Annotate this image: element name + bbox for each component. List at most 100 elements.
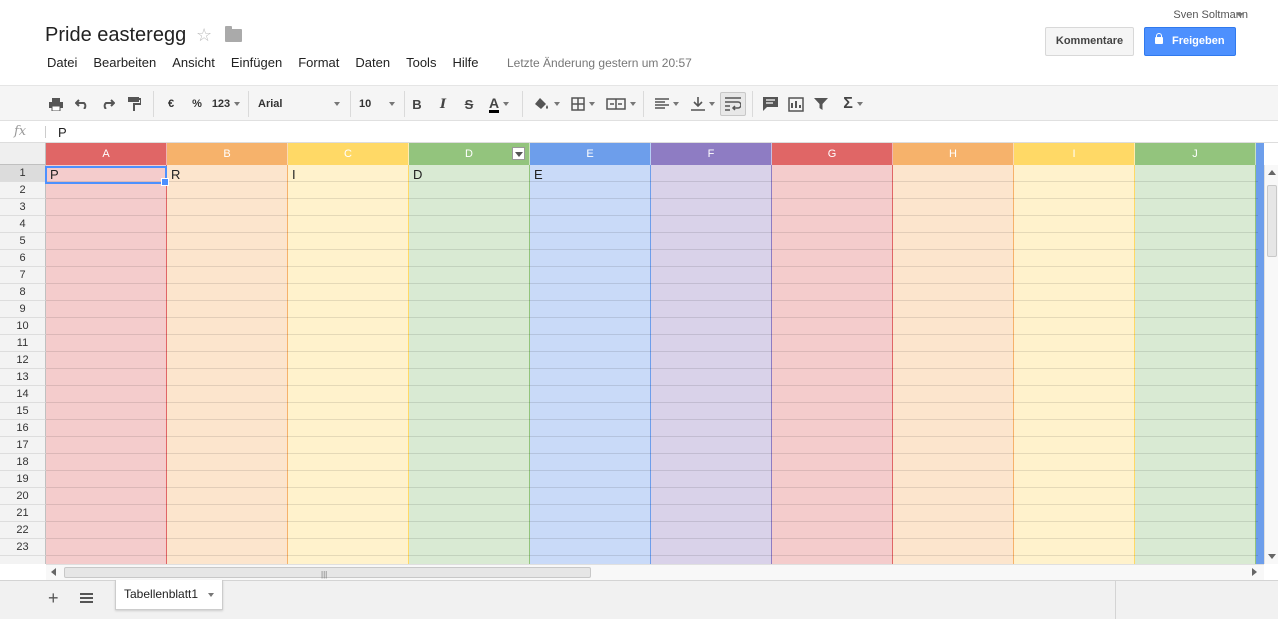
more-formats-dropdown[interactable]: 123	[210, 92, 242, 116]
cell-e1[interactable]: E	[534, 167, 543, 182]
scroll-right-icon[interactable]	[1252, 568, 1257, 576]
scroll-down-icon[interactable]	[1268, 554, 1276, 559]
plus-icon[interactable]: +	[48, 588, 59, 609]
menu-ansicht[interactable]: Ansicht	[172, 55, 215, 73]
font-family-label: Arial	[258, 98, 283, 110]
bold-button[interactable]: B	[408, 92, 426, 116]
row-header-10[interactable]: 10	[0, 318, 46, 335]
insert-comment-icon[interactable]	[760, 92, 780, 116]
row-gridline	[46, 266, 1258, 267]
sheet-tab[interactable]: Tabellenblatt1	[115, 580, 223, 610]
wrap-text-button[interactable]	[720, 92, 746, 116]
font-family-dropdown[interactable]: Arial	[254, 92, 344, 116]
row-header-9[interactable]: 9	[0, 301, 46, 318]
insert-chart-icon[interactable]	[786, 92, 806, 116]
formula-input[interactable]: P	[58, 125, 67, 140]
vertical-scrollbar[interactable]	[1264, 165, 1278, 564]
row-header-8[interactable]: 8	[0, 284, 46, 301]
cell-b1[interactable]: R	[171, 167, 180, 182]
row-header-1[interactable]: 1	[0, 165, 46, 182]
menu-einfügen[interactable]: Einfügen	[231, 55, 282, 73]
menu-format[interactable]: Format	[298, 55, 339, 73]
row-header-11[interactable]: 11	[0, 335, 46, 352]
horizontal-align-dropdown[interactable]	[650, 92, 684, 116]
column-header-h[interactable]: H	[893, 143, 1014, 165]
chevron-down-icon[interactable]	[208, 593, 214, 597]
strikethrough-button[interactable]: S	[460, 92, 478, 116]
row-header-22[interactable]: 22	[0, 522, 46, 539]
paint-format-icon[interactable]	[124, 92, 144, 116]
column-header-f[interactable]: F	[651, 143, 772, 165]
document-title[interactable]: Pride easteregg	[45, 24, 186, 47]
chevron-down-icon	[856, 102, 863, 106]
menu-bearbeiten[interactable]: Bearbeiten	[93, 55, 156, 73]
column-header-b[interactable]: B	[167, 143, 288, 165]
font-size-dropdown[interactable]: 10	[355, 92, 399, 116]
cell-c1[interactable]: I	[292, 167, 296, 182]
row-header-6[interactable]: 6	[0, 250, 46, 267]
share-button[interactable]: Freigeben	[1144, 27, 1236, 56]
sheetbar-divider	[1115, 581, 1116, 619]
row-header-3[interactable]: 3	[0, 199, 46, 216]
row-header-17[interactable]: 17	[0, 437, 46, 454]
fill-color-dropdown[interactable]	[530, 92, 564, 116]
row-header-20[interactable]: 20	[0, 488, 46, 505]
row-header-15[interactable]: 15	[0, 403, 46, 420]
star-icon[interactable]: ☆	[196, 25, 212, 46]
row-header-4[interactable]: 4	[0, 216, 46, 233]
row-header-23[interactable]: 23	[0, 539, 46, 556]
menu-datei[interactable]: Datei	[47, 55, 77, 73]
row-header-2[interactable]: 2	[0, 182, 46, 199]
sheet-list-icon[interactable]	[80, 593, 93, 603]
row-header-12[interactable]: 12	[0, 352, 46, 369]
menu-tools[interactable]: Tools	[406, 55, 436, 73]
currency-format-button[interactable]: €	[162, 92, 180, 116]
column-header-j[interactable]: J	[1135, 143, 1256, 165]
comments-button[interactable]: Kommentare	[1045, 27, 1134, 56]
row-header-16[interactable]: 16	[0, 420, 46, 437]
merge-cells-dropdown[interactable]	[602, 92, 640, 116]
borders-dropdown[interactable]	[566, 92, 600, 116]
scroll-left-icon[interactable]	[51, 568, 56, 576]
lock-icon	[1155, 33, 1163, 44]
italic-button[interactable]: I	[434, 92, 452, 116]
menu-hilfe[interactable]: Hilfe	[452, 55, 478, 73]
last-change-status[interactable]: Letzte Änderung gestern um 20:57	[507, 56, 692, 70]
scroll-up-icon[interactable]	[1268, 170, 1276, 175]
column-header-e[interactable]: E	[530, 143, 651, 165]
functions-dropdown[interactable]: Σ	[836, 92, 870, 116]
horizontal-scroll-thumb[interactable]: |||	[64, 567, 591, 579]
row-header-18[interactable]: 18	[0, 454, 46, 471]
row-header-19[interactable]: 19	[0, 471, 46, 488]
column-header-d[interactable]: D	[409, 143, 530, 165]
column-header-i[interactable]: I	[1014, 143, 1135, 165]
chevron-down-icon	[503, 102, 510, 106]
undo-icon[interactable]	[72, 92, 92, 116]
chevron-down-icon[interactable]	[1236, 13, 1244, 17]
column-header-a[interactable]: A	[46, 143, 167, 165]
row-header-7[interactable]: 7	[0, 267, 46, 284]
horizontal-scrollbar[interactable]: |||	[46, 564, 1264, 580]
menu-daten[interactable]: Daten	[355, 55, 390, 73]
vertical-align-dropdown[interactable]	[686, 92, 720, 116]
spreadsheet-grid[interactable]: ABCDEFGHIJ 1 2 3 4 5 6 7 8 9 10 11 12 13 14 15 16 17 18 19…	[0, 143, 1278, 564]
row-header-14[interactable]: 14	[0, 386, 46, 403]
redo-icon[interactable]	[98, 92, 118, 116]
row-gridline	[46, 419, 1258, 420]
column-header-c[interactable]: C	[288, 143, 409, 165]
text-color-dropdown[interactable]: A	[482, 92, 516, 116]
folder-icon[interactable]	[225, 26, 242, 42]
print-icon[interactable]	[46, 92, 66, 116]
row-header-13[interactable]: 13	[0, 369, 46, 386]
filter-dropdown-icon[interactable]	[512, 147, 525, 160]
chevron-down-icon	[673, 102, 679, 106]
row-gridline	[46, 436, 1258, 437]
cell-d1[interactable]: D	[413, 167, 422, 182]
select-all-corner[interactable]	[0, 143, 46, 165]
row-header-5[interactable]: 5	[0, 233, 46, 250]
column-header-g[interactable]: G	[772, 143, 893, 165]
filter-icon[interactable]	[811, 92, 831, 116]
row-header-21[interactable]: 21	[0, 505, 46, 522]
percent-format-button[interactable]: %	[188, 92, 206, 116]
vertical-scroll-thumb[interactable]	[1267, 185, 1277, 257]
